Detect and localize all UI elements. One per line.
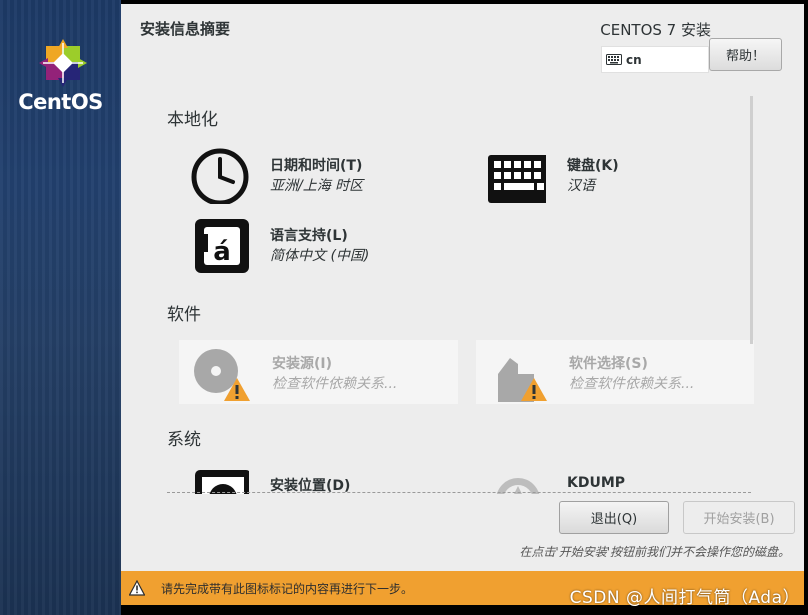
help-button[interactable]: 帮助！ <box>709 38 782 71</box>
keyboard-layout-indicator[interactable]: cn <box>601 46 709 73</box>
spoke-install-destination[interactable]: 安装位置(D) <box>177 462 457 494</box>
spoke-language[interactable]: á 语言支持(L) 简体中文 (中国) <box>177 212 457 276</box>
scrollbar[interactable] <box>750 96 753 344</box>
kdump-icon <box>496 478 540 494</box>
warning-text: 请先完成带有此图标标记的内容再进行下一步。 <box>161 582 414 596</box>
datetime-title: 日期和时间(T) <box>270 158 363 174</box>
svg-text:á: á <box>213 237 231 267</box>
keyboard-layout-label: cn <box>626 52 642 67</box>
warning-icon <box>129 580 145 596</box>
watermark: CSDN @人间打气筒（Ada） <box>569 588 800 608</box>
disc-icon <box>194 349 250 401</box>
product-title: CENTOS 7 安装 <box>600 21 711 39</box>
page-title: 安装信息摘要 <box>140 20 231 38</box>
spoke-kdump[interactable]: KDUMP <box>474 462 754 494</box>
hard-disk-icon <box>195 470 249 494</box>
brand-text: CentOS <box>18 90 103 114</box>
category-system: 系统 <box>167 430 201 450</box>
spoke-keyboard[interactable]: 键盘(K) 汉语 <box>474 142 754 206</box>
software-selection-title: 软件选择(S) <box>569 356 648 372</box>
install-source-status: 检查软件依赖关系... <box>272 376 398 392</box>
datetime-status: 亚洲/上海 时区 <box>270 178 364 194</box>
main-panel: 安装信息摘要 CENTOS 7 安装 cn 帮助！ 本地化 日期和时间(T) 亚… <box>121 4 804 571</box>
divider <box>167 492 751 493</box>
keyboard-title: 键盘(K) <box>567 158 619 174</box>
language-icon: á <box>195 219 249 273</box>
language-title: 语言支持(L) <box>270 228 348 244</box>
begin-installation-button[interactable]: 开始安装(B) <box>683 501 795 534</box>
language-status: 简体中文 (中国) <box>270 248 370 264</box>
install-source-title: 安装源(I) <box>272 356 333 372</box>
category-localization: 本地化 <box>167 110 218 130</box>
quit-button[interactable]: 退出(Q) <box>559 501 669 534</box>
software-selection-status: 检查软件依赖关系... <box>569 376 695 392</box>
clock-icon <box>191 148 249 204</box>
disk-safety-note: 在点击'开始安装'按钮前我们并不会操作您的磁盘。 <box>519 545 790 559</box>
spoke-datetime[interactable]: 日期和时间(T) 亚洲/上海 时区 <box>177 142 457 206</box>
spoke-software-selection[interactable]: 软件选择(S) 检查软件依赖关系... <box>476 340 754 404</box>
category-software: 软件 <box>167 305 201 325</box>
sidebar: CentOS <box>0 0 121 615</box>
keyboard-icon <box>606 54 622 65</box>
keyboard-status: 汉语 <box>567 178 595 194</box>
package-icon <box>498 358 547 402</box>
centos-logo-icon <box>39 39 87 87</box>
kdump-title: KDUMP <box>567 475 626 491</box>
summary-scroll-area[interactable]: 本地化 日期和时间(T) 亚洲/上海 时区 键盘(K) 汉语 á 语言支持(L)… <box>121 90 804 494</box>
spoke-install-source[interactable]: 安装源(I) 检查软件依赖关系... <box>179 340 458 404</box>
keyboard-icon <box>488 155 546 203</box>
